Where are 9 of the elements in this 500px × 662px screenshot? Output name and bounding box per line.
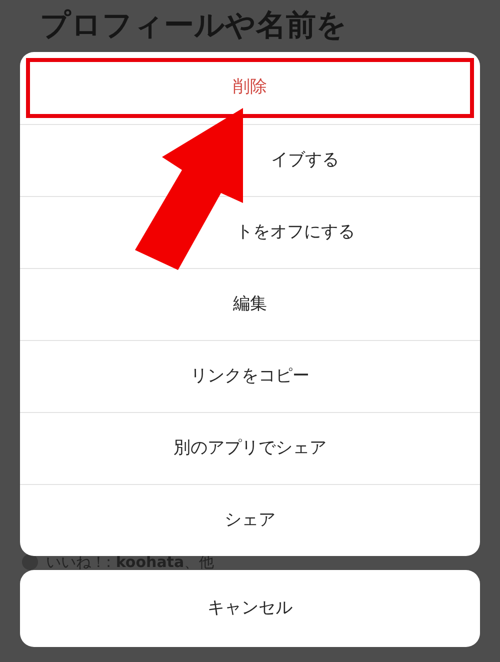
cancel-button[interactable]: キャンセル xyxy=(20,570,480,647)
menu-item[interactable]: 削除 xyxy=(26,58,474,118)
menu-item[interactable]: 別のアプリでシェア xyxy=(26,419,474,478)
menu-item[interactable]: シェア xyxy=(26,491,474,550)
menu-item[interactable]: トをオフにする xyxy=(26,203,474,262)
menu-item[interactable]: イブする xyxy=(26,131,474,190)
menu-item[interactable]: リンクをコピー xyxy=(26,347,474,406)
menu-item[interactable]: 編集 xyxy=(26,275,474,334)
avatar-icon xyxy=(22,554,38,570)
